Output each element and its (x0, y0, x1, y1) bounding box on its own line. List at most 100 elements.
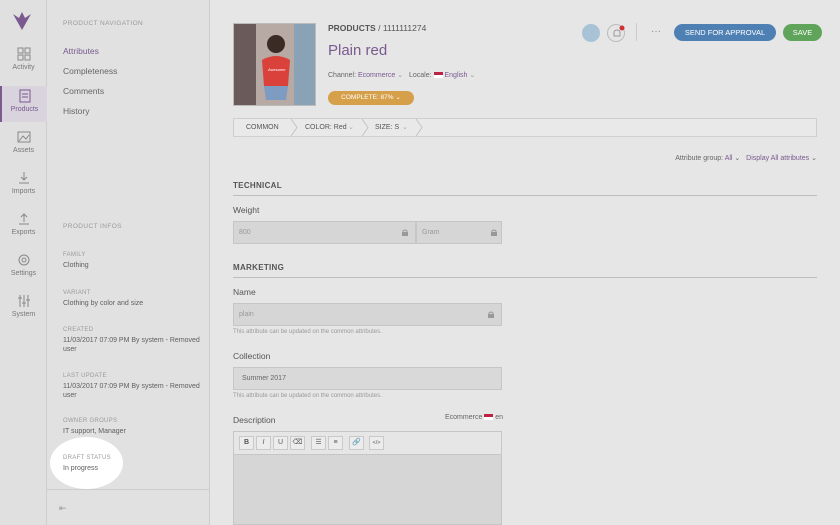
breadcrumb-id: 1111111274 (382, 23, 427, 33)
weight-field: 800 (233, 221, 416, 244)
notification-bell-icon[interactable] (607, 24, 625, 42)
info-family-key: FAMILY (63, 252, 86, 258)
eraser-icon[interactable]: ⌫ (290, 436, 305, 450)
locale-value[interactable]: English (444, 72, 467, 79)
breadcrumb-separator: / (378, 23, 381, 33)
info-owner-groups: OWNER GROUPS IT support, Manager (63, 418, 203, 436)
weight-unit-select: Gram (416, 221, 502, 244)
variant-navigation: COMMON COLOR: Red ⌄ SIZE: S ⌄ (233, 118, 817, 137)
menu-imports-label: Imports (11, 188, 36, 195)
attribute-group-filter: Attribute group: All ⌄ Display All attri… (675, 154, 817, 162)
menu-activity[interactable]: Activity (0, 47, 47, 83)
chevron-down-icon[interactable]: ⌄ (734, 155, 740, 162)
product-photo-icon (234, 24, 315, 105)
avatar[interactable] (582, 24, 600, 42)
menu-assets[interactable]: Assets (0, 130, 47, 166)
chevron-down-icon[interactable]: ⌄ (469, 72, 475, 79)
menu-exports-label: Exports (11, 229, 36, 236)
description-editor[interactable] (233, 455, 502, 525)
dashboard-icon (17, 47, 30, 61)
name-helper-text: This attribute can be updated on the com… (233, 329, 382, 335)
menu-system[interactable]: System (0, 294, 47, 330)
collection-field[interactable]: Summer 2017 (233, 367, 502, 390)
nav-link-history[interactable]: History (63, 106, 89, 116)
info-family: FAMILY Clothing (63, 252, 203, 270)
numbered-list-icon[interactable]: ≡ (328, 436, 343, 450)
page-title: Plain red (328, 42, 388, 59)
info-created-key: CREATED (63, 327, 94, 333)
akeneo-logo-icon[interactable] (11, 10, 33, 32)
collapse-panel-icon[interactable]: ⇤ (59, 503, 67, 514)
info-variant: VARIANT Clothing by color and size (63, 290, 203, 308)
header-divider (636, 23, 637, 41)
product-edit-form: Awesome PRODUCTS / 1111111274 Plain red … (210, 0, 840, 525)
description-locale: en (495, 414, 504, 421)
weight-label: Weight (233, 205, 260, 215)
product-navigation-title: PRODUCT NAVIGATION (63, 20, 144, 27)
weight-unit-value: Gram (422, 229, 440, 236)
info-last-update: LAST UPDATE 11/03/2017 07:09 PM By syste… (63, 373, 203, 400)
bold-button[interactable]: B (239, 436, 254, 450)
attribute-group-value[interactable]: All (725, 155, 733, 162)
us-flag-icon (484, 414, 494, 421)
info-last-update-key: LAST UPDATE (63, 373, 107, 379)
menu-exports[interactable]: Exports (0, 212, 47, 248)
more-actions-icon[interactable]: ··· (651, 26, 661, 37)
nav-link-completeness[interactable]: Completeness (63, 66, 117, 76)
display-all-attributes-link[interactable]: Display All attributes (746, 155, 809, 162)
chevron-right-icon (290, 119, 298, 136)
info-variant-key: VARIANT (63, 290, 91, 296)
menu-settings[interactable]: Settings (0, 253, 47, 289)
underline-button[interactable]: U (273, 436, 288, 450)
channel-value[interactable]: Ecommerce (358, 72, 395, 79)
chevron-down-icon[interactable]: ⌄ (397, 72, 403, 79)
product-thumbnail: Awesome (233, 23, 316, 106)
channel-label: Channel: (328, 72, 357, 79)
menu-assets-label: Assets (12, 147, 34, 154)
name-label: Name (233, 287, 256, 297)
rich-text-toolbar: B I U ⌫ ☰ ≡ 🔗 </> (233, 431, 502, 455)
chevron-right-icon (361, 119, 369, 136)
context-switcher: Channel: Ecommerce ⌄ Locale: English ⌄ (328, 71, 475, 79)
description-channel: Ecommerce (445, 414, 483, 421)
chevron-down-icon[interactable]: ⌄ (348, 119, 354, 136)
chevron-down-icon[interactable]: ⌄ (402, 119, 408, 136)
info-created-value: 11/03/2017 07:09 PM By system - Removed … (63, 337, 200, 353)
section-technical: TECHNICAL (233, 181, 817, 196)
products-icon (19, 89, 30, 103)
chevron-down-icon[interactable]: ⌄ (811, 155, 817, 162)
breadcrumb-products[interactable]: PRODUCTS (328, 23, 376, 33)
info-draft-status: DRAFT STATUS In progress (63, 455, 123, 473)
info-variant-value: Clothing by color and size (63, 300, 144, 307)
completeness-dropdown[interactable]: COMPLETE: 87% ⌄ (328, 91, 414, 105)
lock-icon (402, 229, 408, 236)
nav-link-attributes[interactable]: Attributes (63, 46, 99, 56)
italic-button[interactable]: I (256, 436, 271, 450)
link-icon[interactable]: 🔗 (349, 436, 364, 450)
axis-common[interactable]: COMMON (246, 119, 279, 136)
axis-color[interactable]: COLOR: Red (305, 119, 347, 136)
send-for-approval-button[interactable]: SEND FOR APPROVAL (674, 24, 776, 41)
section-marketing: MARKETING (233, 263, 817, 278)
completeness-label: COMPLETE: 87% (341, 94, 394, 101)
save-button[interactable]: SAVE (783, 24, 822, 41)
name-field: plain (233, 303, 502, 326)
chevron-right-icon (415, 119, 423, 136)
gear-icon (18, 254, 29, 266)
nav-link-comments[interactable]: Comments (63, 86, 104, 96)
bullet-list-icon[interactable]: ☰ (311, 436, 326, 450)
info-created: CREATED 11/03/2017 07:09 PM By system - … (63, 327, 203, 354)
menu-activity-label: Activity (12, 64, 35, 71)
assets-icon (17, 131, 30, 143)
menu-products-label: Products (10, 106, 39, 113)
breadcrumb: PRODUCTS / 1111111274 (328, 23, 426, 33)
axis-size[interactable]: SIZE: S (375, 119, 399, 136)
chevron-down-icon: ⌄ (395, 94, 401, 101)
panel-divider (47, 489, 210, 490)
code-icon[interactable]: </> (369, 436, 384, 450)
info-owner-groups-value: IT support, Manager (63, 428, 126, 435)
menu-products[interactable]: Products (0, 86, 47, 122)
sliders-icon (17, 295, 30, 307)
collection-helper-text: This attribute can be updated on the com… (233, 393, 382, 399)
menu-imports[interactable]: Imports (0, 171, 47, 207)
